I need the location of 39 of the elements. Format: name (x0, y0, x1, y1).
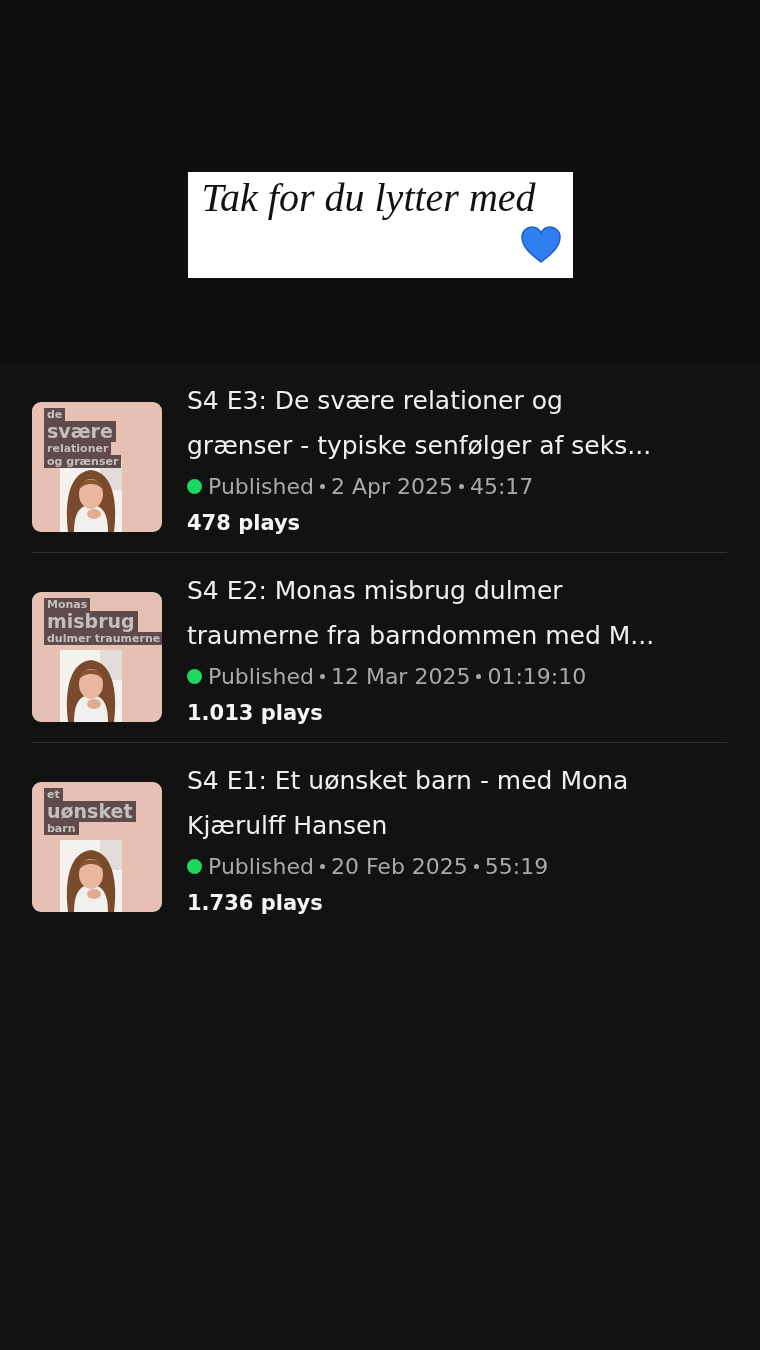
status-label: Published (208, 474, 314, 499)
episode-title[interactable]: grænser - typiske senfølger af seks... (187, 423, 652, 468)
cover-art[interactable]: de svære relationer og grænser (32, 402, 162, 532)
cover-title: og grænser (44, 455, 122, 468)
duration: 55:19 (484, 854, 549, 879)
separator-dot (319, 484, 325, 489)
publish-date: 2 Apr 2025 (330, 474, 453, 499)
cover-title: svære (44, 421, 116, 442)
play-count: 1.736 plays (187, 891, 324, 915)
status-label: Published (208, 664, 314, 689)
cover-title: dulmer traumerne (44, 632, 162, 645)
cover-art[interactable]: et uønsket barn (32, 782, 162, 912)
cover-title: relationer (44, 442, 112, 455)
episode-title[interactable]: traumerne fra barndommen med M... (187, 613, 655, 658)
separator-dot (319, 864, 325, 869)
separator-dot (458, 484, 464, 489)
cover-title: de (44, 408, 66, 421)
play-count: 1.013 plays (187, 701, 324, 725)
publish-date: 20 Feb 2025 (330, 854, 468, 879)
status-label: Published (208, 854, 314, 879)
cover-title: barn (44, 822, 79, 835)
cover-title: Monas (44, 598, 91, 611)
cover-title: et (44, 788, 63, 801)
duration: 01:19:10 (487, 664, 587, 689)
cover-title: misbrug (44, 611, 138, 632)
sticker-text: Tak for du lytter med (201, 174, 537, 222)
cover-art[interactable]: Monas misbrug dulmer traumerne (32, 592, 162, 722)
play-count: 478 plays (187, 511, 302, 535)
episode-title[interactable]: S4 E3: De svære relationer og (187, 378, 652, 423)
episode-title[interactable]: S4 E1: Et uønsket barn - med Mona (187, 758, 629, 803)
cover-title: uønsket (44, 801, 136, 822)
separator-dot (476, 674, 482, 679)
episode-title[interactable]: S4 E2: Monas misbrug dulmer (187, 568, 655, 613)
separator-dot (473, 864, 479, 869)
duration: 45:17 (469, 474, 534, 499)
heart-icon (520, 226, 561, 264)
episode-title[interactable]: Kjærulff Hansen (187, 803, 629, 848)
separator-dot (319, 674, 325, 679)
publish-date: 12 Mar 2025 (330, 664, 471, 689)
